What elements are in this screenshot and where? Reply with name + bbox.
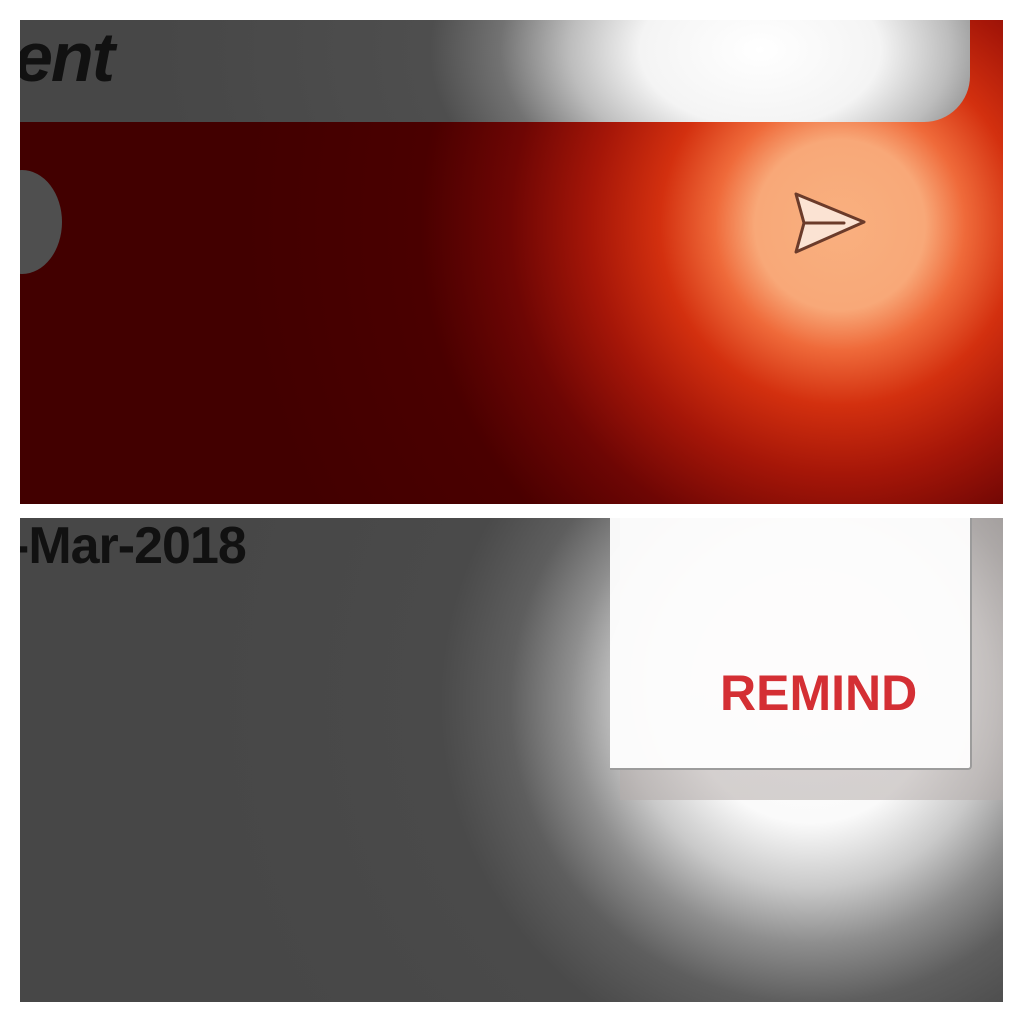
avatar	[20, 170, 62, 274]
header-title: ent	[20, 20, 115, 96]
reminder-card	[610, 518, 972, 770]
top-panel: ent	[20, 20, 1003, 504]
send-button[interactable]	[786, 184, 870, 268]
header-bar: ent	[20, 20, 970, 122]
remind-button[interactable]: REMIND	[720, 668, 917, 718]
date-label: -Mar-2018	[20, 518, 247, 575]
send-paper-plane-icon	[788, 186, 868, 266]
image-collage: ent -Mar-2018 REMIND	[0, 0, 1024, 1024]
bottom-panel: -Mar-2018 REMIND	[20, 518, 1003, 1002]
